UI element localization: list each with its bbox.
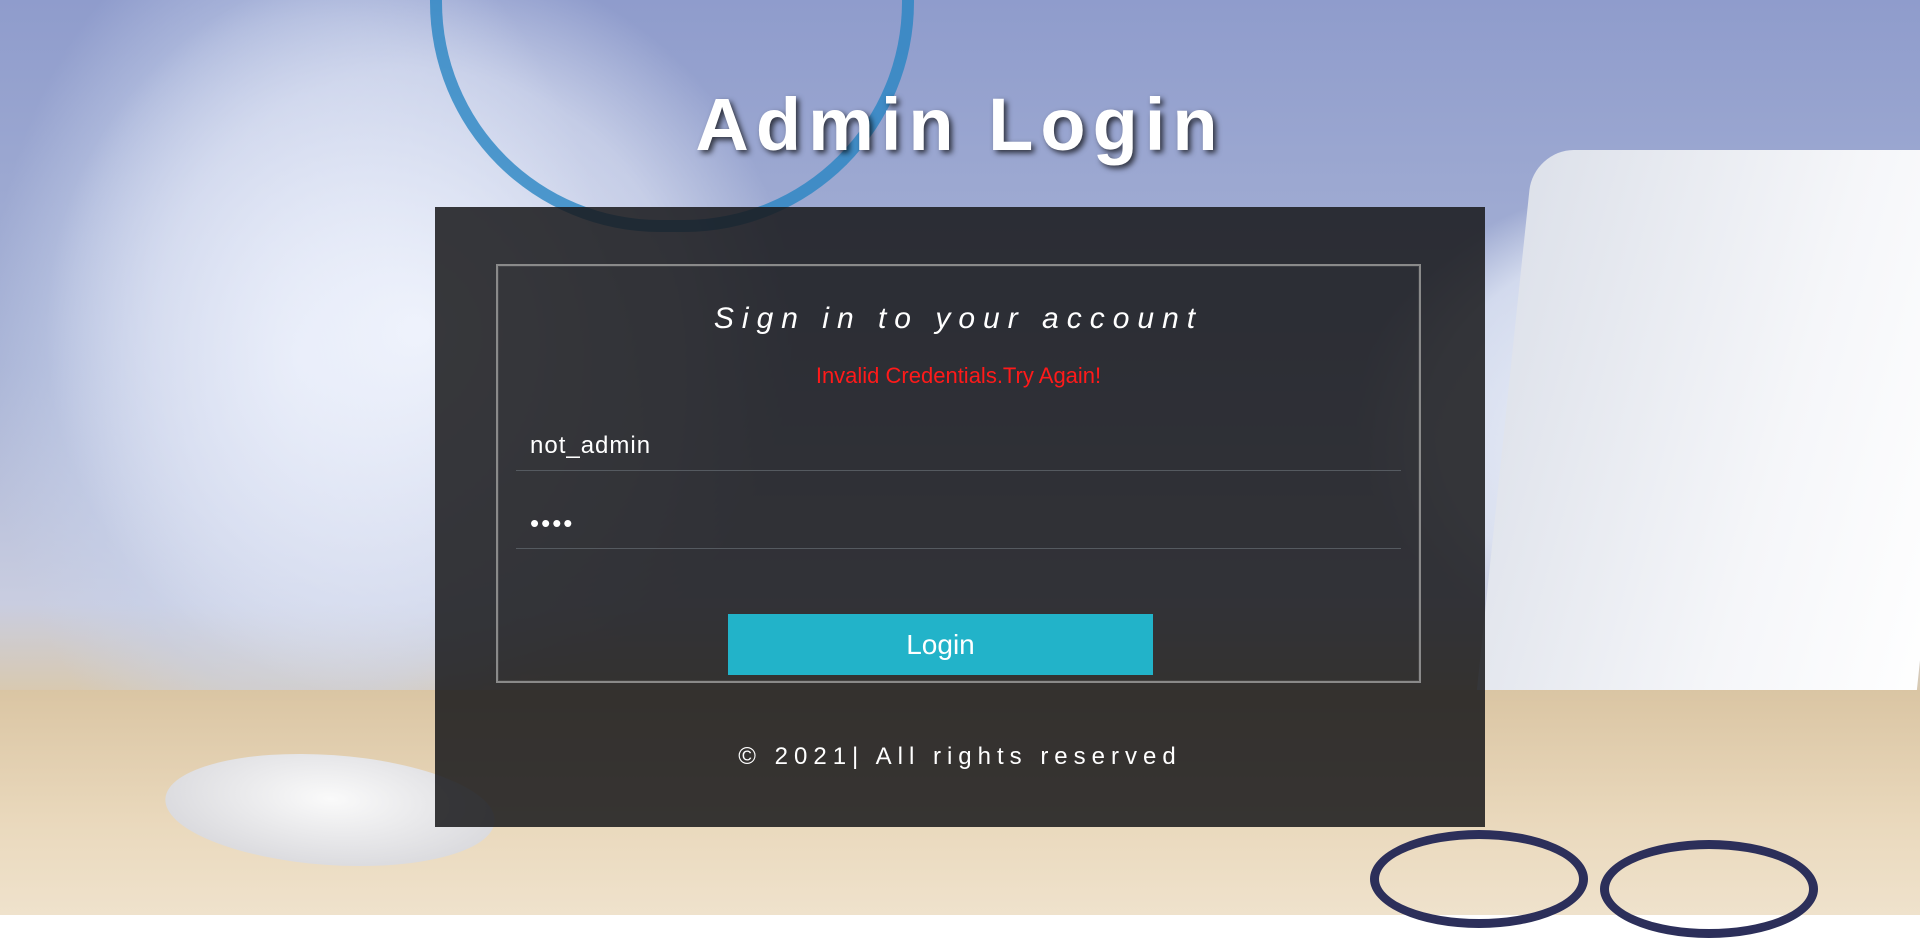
footer-copyright: © 2021| All rights reserved	[738, 743, 1182, 770]
password-input[interactable]	[516, 499, 1401, 549]
background-glasses-left	[1370, 830, 1588, 928]
form-subtitle: Sign in to your account	[713, 302, 1204, 335]
login-button[interactable]: Login	[728, 614, 1153, 675]
page-title: Admin Login	[695, 83, 1225, 166]
background-glasses-right	[1600, 840, 1818, 938]
login-panel: Sign in to your account Invalid Credenti…	[435, 207, 1485, 827]
error-message: Invalid Credentials.Try Again!	[815, 363, 1102, 388]
login-form: Sign in to your account Invalid Credenti…	[496, 264, 1421, 683]
username-input[interactable]	[516, 421, 1401, 471]
